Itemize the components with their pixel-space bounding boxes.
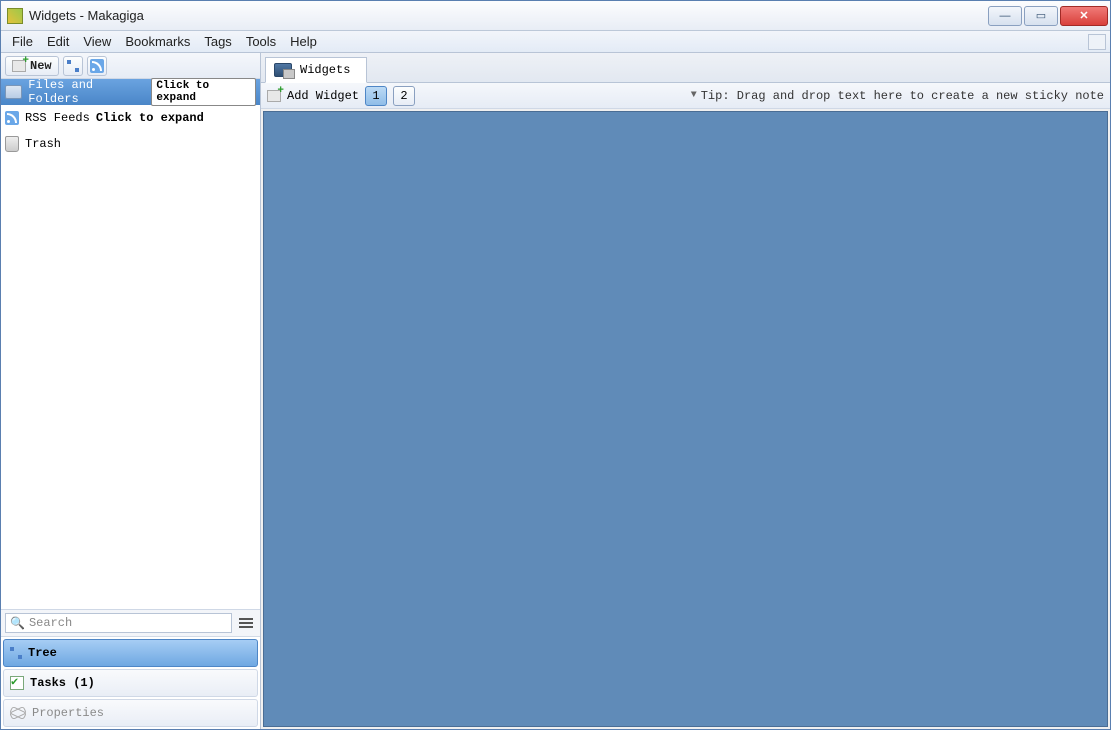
app-icon xyxy=(7,8,23,24)
panel-tab-tree[interactable]: Tree xyxy=(3,639,258,667)
dropdown-icon[interactable]: ▼ xyxy=(691,90,697,101)
hamburger-icon xyxy=(239,618,253,628)
page-1-button[interactable]: 1 xyxy=(365,86,387,106)
search-input[interactable]: 🔍 Search xyxy=(5,613,232,633)
widgets-icon xyxy=(274,63,292,77)
document-tabs: Widgets xyxy=(261,53,1110,83)
tree-item-trash[interactable]: Trash xyxy=(1,131,260,157)
menu-edit[interactable]: Edit xyxy=(40,32,76,51)
menu-help[interactable]: Help xyxy=(283,32,324,51)
panel-tab-label: Properties xyxy=(32,706,104,720)
close-button[interactable]: ✕ xyxy=(1060,6,1108,26)
widget-canvas[interactable] xyxy=(263,111,1108,727)
tab-widgets[interactable]: Widgets xyxy=(265,57,367,83)
menu-overflow-button[interactable] xyxy=(1088,34,1106,50)
panel-tab-label: Tasks (1) xyxy=(30,676,95,690)
trash-icon xyxy=(5,136,19,152)
new-file-icon xyxy=(12,60,26,72)
tab-label: Widgets xyxy=(300,63,350,77)
tip-area: ▼ Tip: Drag and drop text here to create… xyxy=(691,89,1104,103)
panel-tab-tasks[interactable]: Tasks (1) xyxy=(3,669,258,697)
new-button[interactable]: New xyxy=(5,56,59,76)
tip-text: Tip: Drag and drop text here to create a… xyxy=(701,89,1104,103)
search-row: 🔍 Search xyxy=(1,610,260,637)
menu-tags[interactable]: Tags xyxy=(197,32,238,51)
sidebar-toolbar: New xyxy=(1,53,260,79)
tree-view: Files and Folders Click to expand RSS Fe… xyxy=(1,79,260,157)
add-widget-button[interactable]: Add Widget xyxy=(287,89,359,103)
new-button-label: New xyxy=(30,59,52,73)
menu-bookmarks[interactable]: Bookmarks xyxy=(118,32,197,51)
menu-view[interactable]: View xyxy=(76,32,118,51)
tree-item-label: RSS Feeds xyxy=(25,111,90,125)
tree-item-files[interactable]: Files and Folders Click to expand xyxy=(1,79,260,105)
grid-icon xyxy=(67,60,79,72)
menu-bar: File Edit View Bookmarks Tags Tools Help xyxy=(1,31,1110,53)
search-placeholder: Search xyxy=(29,616,72,630)
rss-icon xyxy=(90,59,104,73)
expand-hint: Click to expand xyxy=(96,111,204,125)
search-icon: 🔍 xyxy=(10,616,25,631)
check-icon xyxy=(10,676,24,690)
grid-view-button[interactable] xyxy=(63,56,83,76)
tree-icon xyxy=(10,647,22,659)
panel-tab-properties[interactable]: Properties xyxy=(3,699,258,727)
add-widget-icon xyxy=(267,90,281,102)
menu-file[interactable]: File xyxy=(5,32,40,51)
sidebar: New Files and Folders Click to expand RS… xyxy=(1,53,261,729)
maximize-button[interactable]: ▭ xyxy=(1024,6,1058,26)
sidebar-bottom: 🔍 Search Tree Tasks (1) Properties xyxy=(1,609,260,729)
title-bar: Widgets - Makagiga — ▭ ✕ xyxy=(1,1,1110,31)
tree-item-label: Files and Folders xyxy=(28,78,145,106)
rss-icon xyxy=(5,111,19,125)
panel-tab-label: Tree xyxy=(28,646,57,660)
tree-item-rss[interactable]: RSS Feeds Click to expand xyxy=(1,105,260,131)
rss-button[interactable] xyxy=(87,56,107,76)
folder-icon xyxy=(5,85,22,99)
search-menu-button[interactable] xyxy=(236,613,256,633)
main-area: Widgets Add Widget 1 2 ▼ Tip: Drag and d… xyxy=(261,53,1110,729)
page-2-button[interactable]: 2 xyxy=(393,86,415,106)
menu-tools[interactable]: Tools xyxy=(239,32,283,51)
window-title: Widgets - Makagiga xyxy=(29,8,144,23)
properties-icon xyxy=(10,706,26,720)
minimize-button[interactable]: — xyxy=(988,6,1022,26)
expand-hint: Click to expand xyxy=(151,78,256,106)
tree-item-label: Trash xyxy=(25,137,61,151)
content-toolbar: Add Widget 1 2 ▼ Tip: Drag and drop text… xyxy=(261,83,1110,109)
